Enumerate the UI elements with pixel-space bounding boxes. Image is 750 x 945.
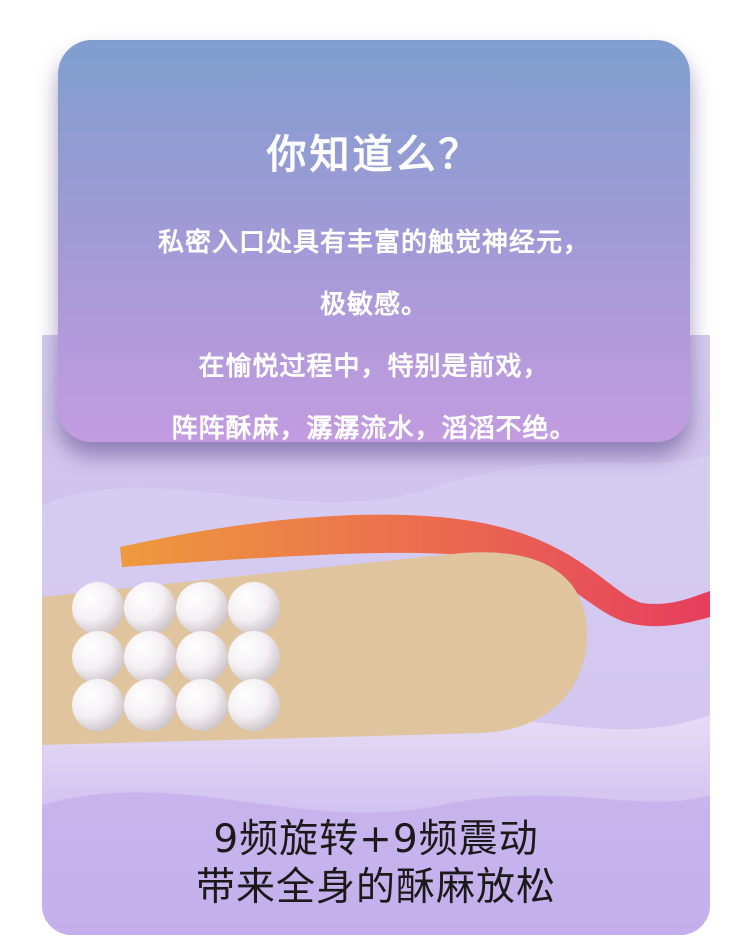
card-line-1: 私密入口处具有丰富的触觉神经元， <box>157 228 590 258</box>
pearl <box>124 679 176 731</box>
pearl <box>72 679 124 731</box>
caption-line-2: 带来全身的酥麻放松 <box>195 865 556 910</box>
pearl <box>228 631 280 683</box>
pearl <box>124 582 176 634</box>
card-title: 你知道么？ <box>266 132 482 178</box>
card-line-4: 阵阵酥麻，潺潺流水，滔滔不绝。 <box>171 414 577 444</box>
pearl <box>228 679 280 731</box>
pearl <box>72 582 124 634</box>
pearl <box>228 582 280 634</box>
pearl <box>176 679 228 731</box>
pearl <box>124 631 176 683</box>
pearl <box>176 631 228 683</box>
pearl <box>72 631 124 683</box>
card-line-3: 在愉悦过程中，特别是前戏， <box>198 352 550 382</box>
card-line-2: 极敏感。 <box>319 290 428 320</box>
info-card: 你知道么？ 私密入口处具有丰富的触觉神经元， 极敏感。 在愉悦过程中，特别是前戏… <box>58 40 690 444</box>
pearl <box>176 582 228 634</box>
